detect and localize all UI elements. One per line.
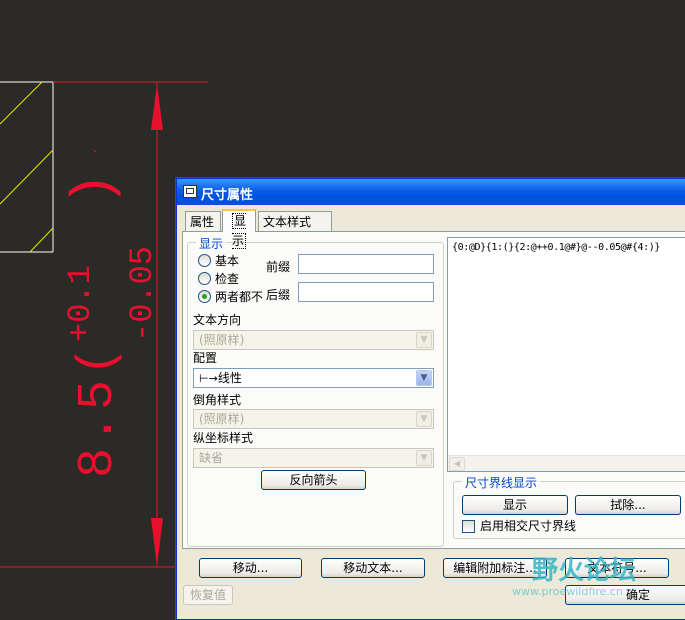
chevron-down-icon[interactable]: ▼ bbox=[416, 450, 432, 466]
config-select[interactable]: ⊢→线性 ▼ bbox=[193, 368, 434, 388]
suffix-label: 后缀 bbox=[266, 288, 291, 302]
dimension-arrow-top[interactable] bbox=[151, 84, 163, 130]
prefix-input[interactable] bbox=[298, 254, 434, 274]
display-tab-panel: 显示 基本 检查 两者都不 前缀 后缀 文本方向 (照原样) ▼ 配置 ⊢→线性 bbox=[182, 231, 685, 549]
window-icon[interactable] bbox=[183, 185, 197, 198]
radio-basic[interactable]: 基本 bbox=[198, 253, 239, 269]
tolerance-tick bbox=[92, 149, 97, 153]
witness-group-legend: 尺寸界线显示 bbox=[462, 474, 541, 491]
ordinate-style-select[interactable]: 缺省 ▼ bbox=[193, 448, 434, 468]
radio-neither[interactable]: 两者都不 bbox=[198, 289, 263, 305]
dimension-format-text: {0:@D}{1:(}{2:@++0.1@#}@--0.05@#{4:)} bbox=[452, 242, 660, 253]
text-orientation-select[interactable]: (照原样) ▼ bbox=[193, 330, 434, 350]
suffix-input[interactable] bbox=[298, 282, 434, 302]
tab-text-style[interactable]: 文本样式 bbox=[258, 211, 332, 231]
text-orientation-value: (照原样) bbox=[199, 333, 245, 347]
dialog-title: 尺寸属性 bbox=[201, 188, 254, 203]
section-hatch bbox=[0, 81, 54, 253]
restore-values-button[interactable]: 恢复值 bbox=[183, 585, 233, 605]
chevron-down-icon[interactable]: ▼ bbox=[416, 411, 432, 427]
move-text-button[interactable]: 移动文本... bbox=[321, 558, 425, 578]
ordinate-style-label: 纵坐标样式 bbox=[193, 431, 254, 445]
chamfer-style-select[interactable]: (照原样) ▼ bbox=[193, 409, 434, 429]
dialog-titlebar[interactable]: 尺寸属性 bbox=[177, 179, 685, 205]
tab-display[interactable]: 显示 bbox=[222, 209, 256, 249]
tab-properties[interactable]: 属性 bbox=[185, 211, 221, 231]
radio-inspection[interactable]: 检查 bbox=[198, 271, 239, 287]
dimension-value-text[interactable]: 8.5( bbox=[70, 342, 127, 478]
part-geometry bbox=[0, 81, 54, 253]
witness-line-display-groupbox: 尺寸界线显示 显示 拭除... 启用相交尺寸界线 bbox=[453, 474, 685, 539]
radio-basic-label: 基本 bbox=[215, 254, 240, 268]
flip-arrows-button[interactable]: 反向箭头 bbox=[261, 470, 366, 490]
move-button[interactable]: 移动... bbox=[199, 558, 302, 578]
dimension-arrow-bottom[interactable] bbox=[151, 518, 163, 566]
dimension-format-textarea[interactable]: {0:@D}{1:(}{2:@++0.1@#}@--0.05@#{4:)} ◀ bbox=[447, 237, 685, 472]
radio-neither-circle[interactable] bbox=[198, 290, 211, 303]
radio-basic-circle[interactable] bbox=[198, 254, 211, 267]
radio-inspection-label: 检查 bbox=[215, 272, 240, 286]
forum-watermark-url: www.proewildfire.cn bbox=[512, 585, 623, 598]
prefix-label: 前缀 bbox=[266, 260, 291, 274]
erase-button[interactable]: 拭除... bbox=[575, 495, 681, 515]
horizontal-scrollbar[interactable]: ◀ bbox=[448, 455, 685, 471]
linear-arrow-icon: ⊢→ bbox=[199, 372, 218, 385]
display-groupbox: 显示 基本 检查 两者都不 前缀 后缀 文本方向 (照原样) ▼ 配置 ⊢→线性 bbox=[187, 235, 444, 547]
chamfer-style-value: (照原样) bbox=[199, 412, 245, 426]
intersect-witness-label: 启用相交尺寸界线 bbox=[480, 519, 577, 533]
upper-tolerance-text[interactable]: +0.1 bbox=[62, 265, 99, 342]
radio-neither-label: 两者都不 bbox=[215, 290, 264, 304]
ordinate-style-value: 缺省 bbox=[199, 451, 224, 465]
intersect-witness-checkbox[interactable] bbox=[462, 520, 475, 533]
text-orientation-label: 文本方向 bbox=[193, 313, 242, 327]
closing-parenthesis-text: ) bbox=[62, 172, 126, 206]
config-value: 线性 bbox=[217, 371, 242, 385]
display-group-legend: 显示 bbox=[196, 235, 227, 252]
chevron-down-icon[interactable]: ▼ bbox=[416, 332, 432, 348]
chevron-down-icon[interactable]: ▼ bbox=[416, 370, 432, 386]
radio-inspection-circle[interactable] bbox=[198, 272, 211, 285]
show-button[interactable]: 显示 bbox=[462, 495, 568, 515]
forum-watermark-text: 野火论坛 bbox=[532, 556, 637, 586]
chamfer-style-label: 倒角样式 bbox=[193, 393, 242, 407]
scroll-left-icon[interactable]: ◀ bbox=[449, 457, 465, 471]
lower-tolerance-text[interactable]: -0.05 bbox=[124, 246, 161, 342]
tab-display-label: 显示 bbox=[231, 213, 246, 249]
config-label: 配置 bbox=[193, 351, 218, 365]
